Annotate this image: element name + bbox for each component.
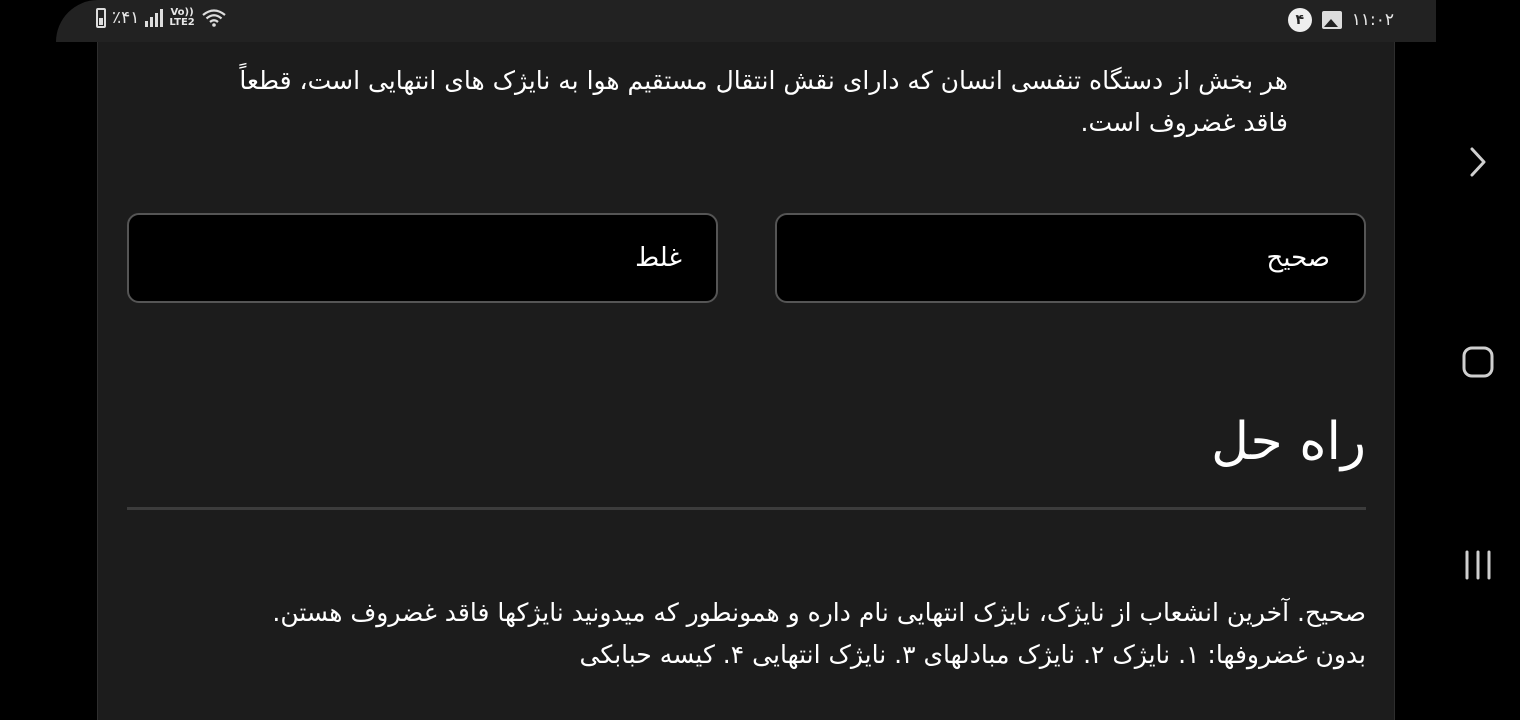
- recents-icon: [1465, 550, 1491, 580]
- explanation-line-1: صحیح. آخرین انشعاب از نایژک، نایژک انتها…: [272, 598, 1366, 627]
- option-true-button[interactable]: صحیح: [775, 213, 1366, 303]
- signal-icon: [145, 9, 164, 27]
- content-panel: هر بخش از دستگاه تنفسی انسان که دارای نق…: [97, 42, 1395, 720]
- solution-explanation: صحیح. آخرین انشعاب از نایژک، نایژک انتها…: [127, 592, 1366, 676]
- battery-percent: ٪۴۱: [112, 8, 140, 28]
- explanation-line-2: بدون غضروفها: ۱. نایژک ۲. نایژک مبادلهای…: [579, 640, 1366, 669]
- option-false-button[interactable]: غلط: [127, 213, 718, 303]
- forward-button[interactable]: [1436, 140, 1520, 184]
- home-icon: [1462, 346, 1494, 378]
- volte-indicator: Vo)) LTE2: [169, 8, 194, 28]
- status-left: ٪۴۱ Vo)) LTE2: [96, 8, 227, 28]
- recents-button[interactable]: [1436, 543, 1520, 587]
- question-text: هر بخش از دستگاه تنفسی انسان که دارای نق…: [239, 66, 1288, 137]
- solution-title: راه حل: [1211, 412, 1366, 472]
- image-icon: [1321, 11, 1342, 29]
- navigation-bar: [1436, 0, 1520, 720]
- divider: [127, 507, 1366, 510]
- notification-badge: ۴: [1287, 8, 1312, 32]
- clock: ۱۱:۰۲: [1351, 10, 1394, 30]
- home-button[interactable]: [1436, 340, 1520, 384]
- battery-icon: [96, 8, 106, 28]
- forward-chevron-icon: [1470, 147, 1486, 177]
- wifi-icon: [202, 9, 226, 27]
- status-bar: ٪۴۱ Vo)) LTE2 ۴ ۱۱:۰۲: [56, 0, 1436, 42]
- network-label: LTE2: [169, 17, 195, 28]
- status-right: ۴ ۱۱:۰۲: [1287, 8, 1394, 32]
